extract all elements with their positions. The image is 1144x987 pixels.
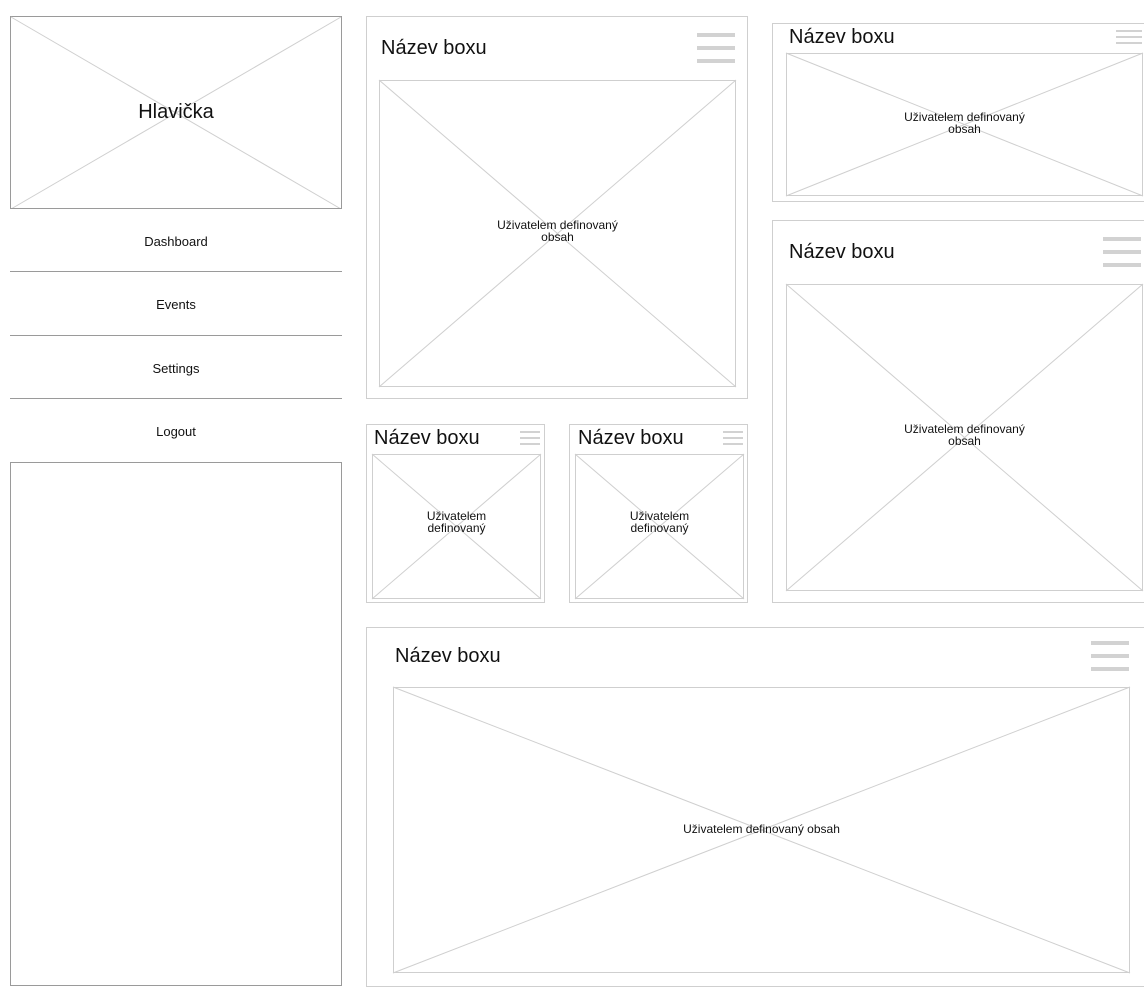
header-title: Hlavička: [138, 101, 214, 123]
custom-content-placeholder: Uživatelem definovaný: [371, 453, 542, 600]
content-text: Uživatelem definovaný obsah: [683, 822, 840, 836]
custom-content-placeholder: Uživatelem definovaný: [574, 453, 745, 600]
content-text: Uživatelem definovaný obsah: [904, 110, 1025, 136]
nav-item-settings[interactable]: Settings: [10, 335, 342, 400]
nav-item-label: Settings: [152, 360, 200, 376]
content-text: Uživatelem definovaný obsah: [904, 422, 1025, 448]
custom-content-placeholder: Uživatelem definovaný obsah: [392, 686, 1131, 974]
box-title: Název boxu: [789, 241, 895, 263]
box-top-right: Název boxu Uživatelem definovaný obsah: [772, 23, 1144, 202]
box-title: Název boxu: [578, 427, 684, 449]
hamburger-menu-icon[interactable]: [1116, 30, 1142, 45]
box-small-2: Název boxu Uživatelem definovaný: [569, 424, 748, 603]
hamburger-menu-icon[interactable]: [1091, 641, 1129, 672]
nav-item-label: Events: [156, 296, 196, 312]
nav-item-label: Logout: [156, 423, 196, 439]
nav-item-logout[interactable]: Logout: [10, 398, 342, 463]
nav-item-events[interactable]: Events: [10, 271, 342, 336]
hamburger-menu-icon[interactable]: [723, 431, 743, 446]
custom-content-placeholder: Uživatelem definovaný obsah: [378, 79, 737, 388]
content-text: Uživatelem definovaný: [426, 509, 487, 535]
content-text: Uživatelem definovaný: [629, 509, 690, 535]
box-title: Název boxu: [381, 37, 487, 59]
custom-content-placeholder: Uživatelem definovaný obsah: [785, 52, 1144, 197]
custom-content-placeholder: Uživatelem definovaný obsah: [785, 283, 1144, 592]
nav-divider: [10, 462, 342, 463]
box-title: Název boxu: [789, 26, 895, 48]
box-main: Název boxu Uživatelem definovaný obsah: [366, 16, 748, 399]
box-title: Název boxu: [395, 645, 501, 667]
box-small-1: Název boxu Uživatelem definovaný: [366, 424, 545, 603]
box-right-tall: Název boxu Uživatelem definovaný obsah: [772, 220, 1144, 603]
hamburger-menu-icon[interactable]: [697, 33, 735, 64]
sidebar: Hlavička Dashboard Events Settings Logou…: [10, 16, 342, 986]
nav-item-label: Dashboard: [144, 233, 208, 249]
hamburger-menu-icon[interactable]: [520, 431, 540, 446]
header-placeholder: Hlavička: [10, 16, 342, 210]
nav-item-dashboard[interactable]: Dashboard: [10, 208, 342, 273]
box-title: Název boxu: [374, 427, 480, 449]
content-text: Uživatelem definovaný obsah: [497, 218, 618, 244]
box-wide-bottom: Název boxu Uživatelem definovaný obsah: [366, 627, 1144, 987]
hamburger-menu-icon[interactable]: [1103, 237, 1141, 268]
